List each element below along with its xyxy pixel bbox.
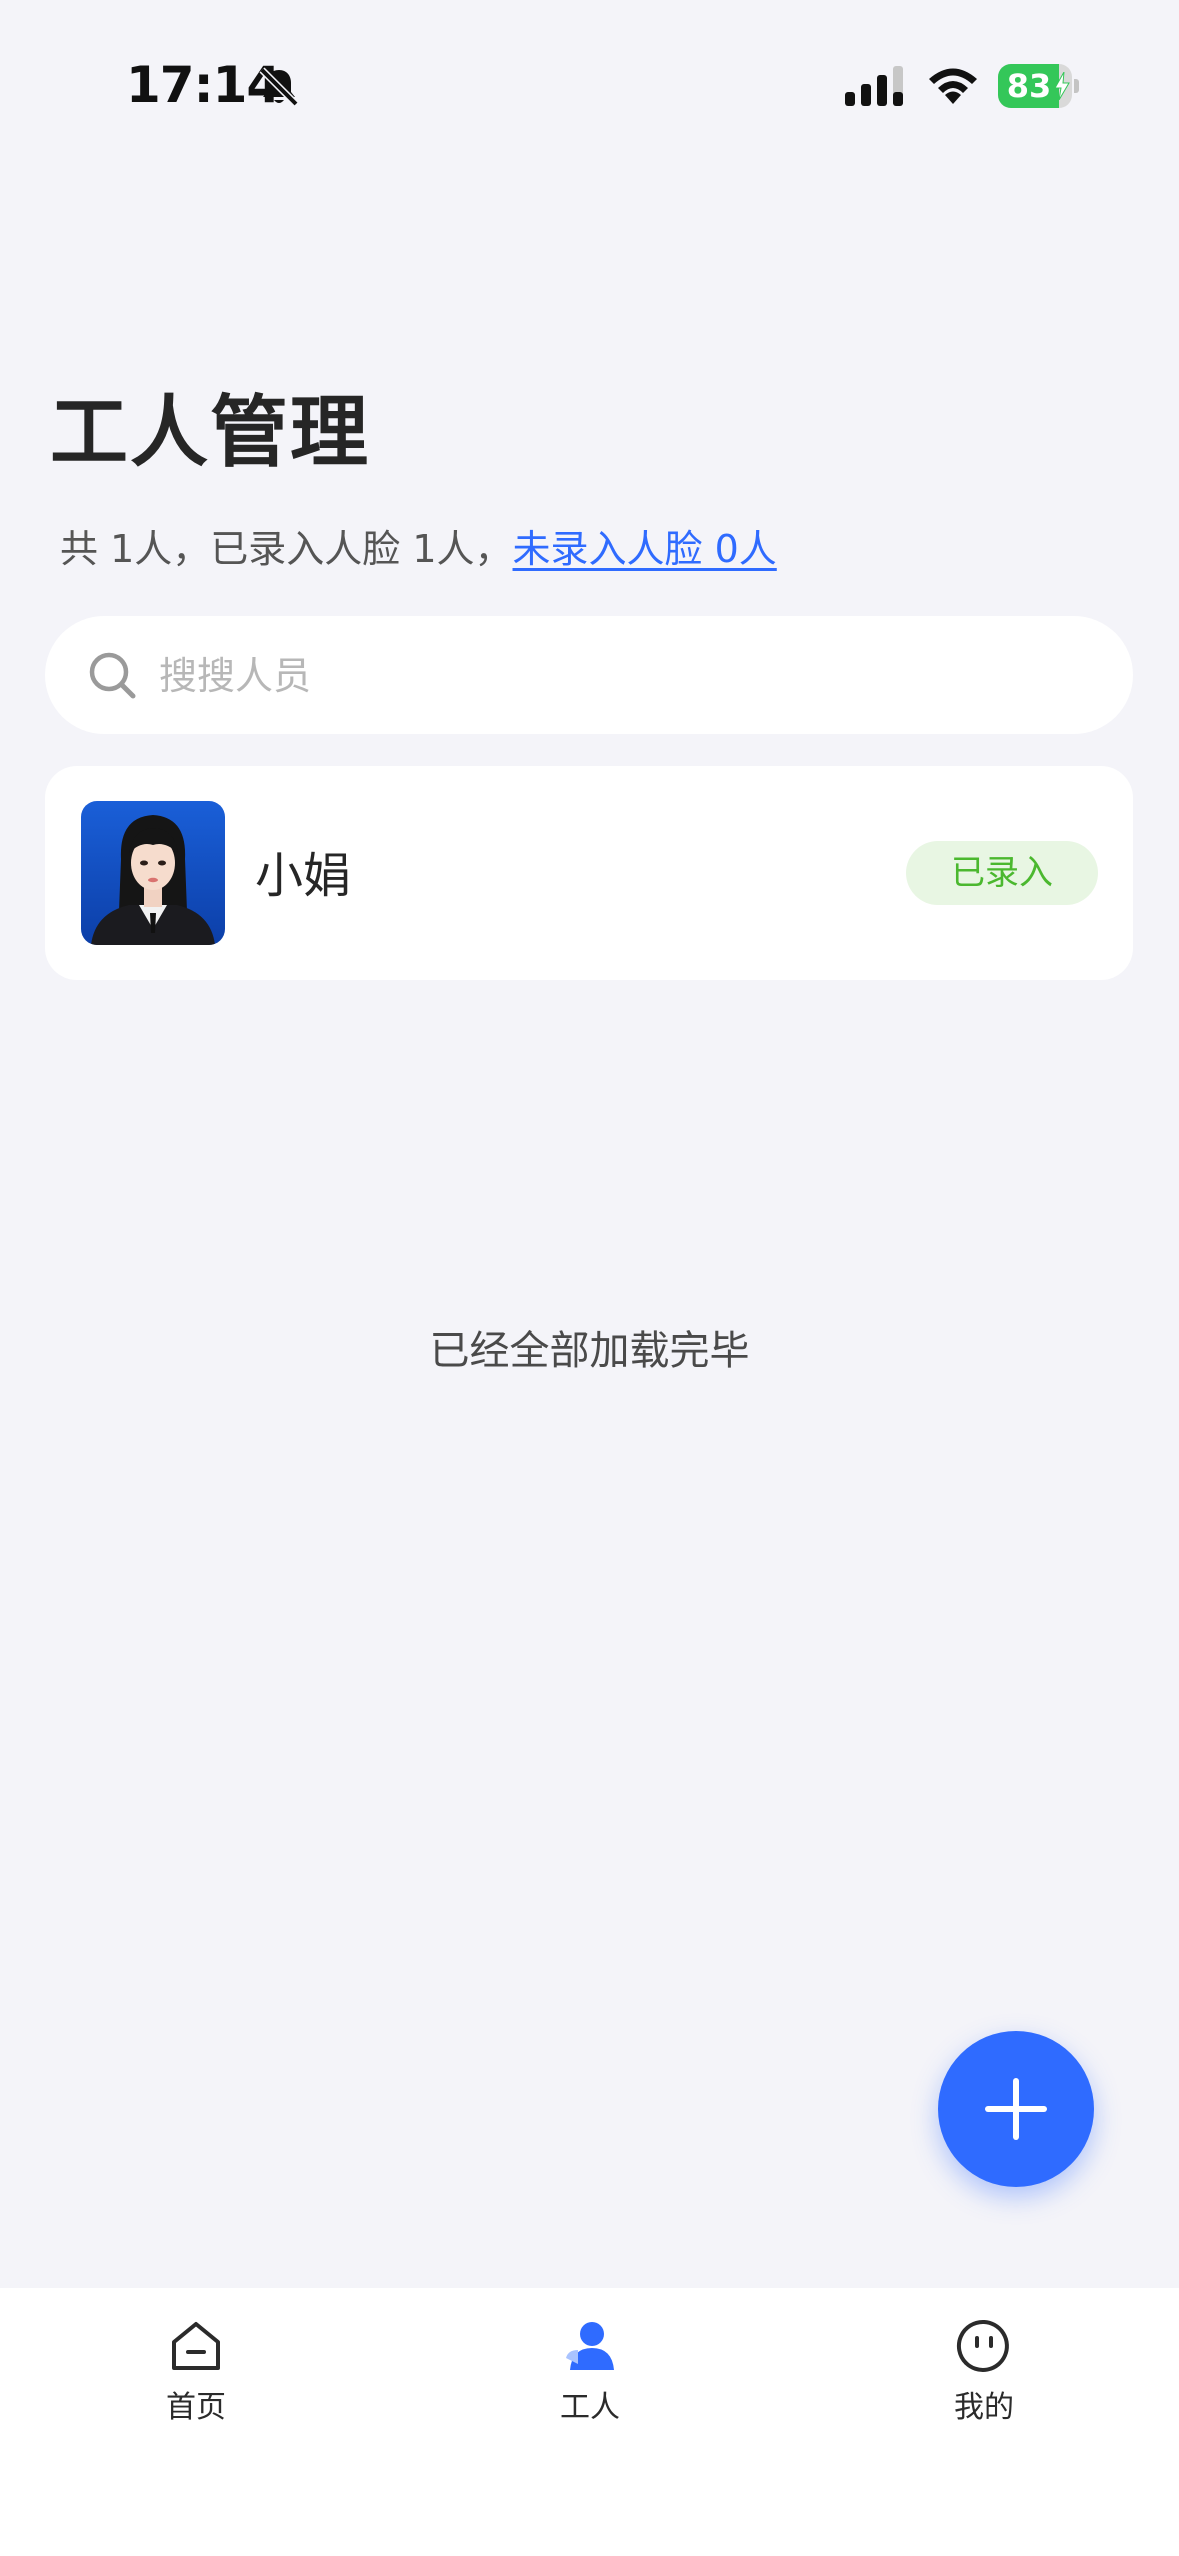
tab-workers[interactable]: 工人 [490,2318,690,2438]
bell-slash-icon [259,67,299,107]
worker-name: 小娟 [255,848,352,904]
tab-home-label: 首页 [166,2390,226,2425]
tab-home[interactable]: 首页 [96,2318,296,2438]
home-icon [172,2322,220,2370]
unregistered-faces-link[interactable]: 未录入人脸 0人 [513,527,777,571]
profile-face-icon [956,2319,1009,2372]
cellular-signal-icon [845,66,903,106]
user-icon [566,2322,614,2370]
status-bar: 17:14 83 [0,0,1179,140]
battery-charging-icon [1054,72,1070,100]
battery-indicator: 83 [998,64,1080,108]
battery-percentage: 83 [1006,67,1052,105]
page-title: 工人管理 [50,388,371,478]
wifi-icon [929,68,977,104]
list-end-text: 已经全部加载完毕 [429,1328,750,1374]
search-bar[interactable] [45,616,1133,736]
add-worker-button[interactable] [938,2031,1094,2187]
worker-summary: 共 1人，已录入人脸 1人，未录入人脸 0人 [60,518,777,573]
worker-card[interactable]: 小娟 已录入 [45,766,1133,980]
tab-bar: 首页 工人 我的 [0,2288,1179,2556]
status-badge: 已录入 [906,841,1098,905]
search-icon [89,652,136,699]
tab-workers-label: 工人 [560,2390,620,2425]
tab-profile[interactable]: 我的 [884,2318,1084,2438]
plus-icon [985,2078,1047,2140]
avatar [81,801,225,945]
tab-profile-label: 我的 [954,2390,1014,2425]
search-input[interactable] [157,616,1101,736]
summary-text: 共 1人，已录入人脸 1人， [60,527,513,571]
